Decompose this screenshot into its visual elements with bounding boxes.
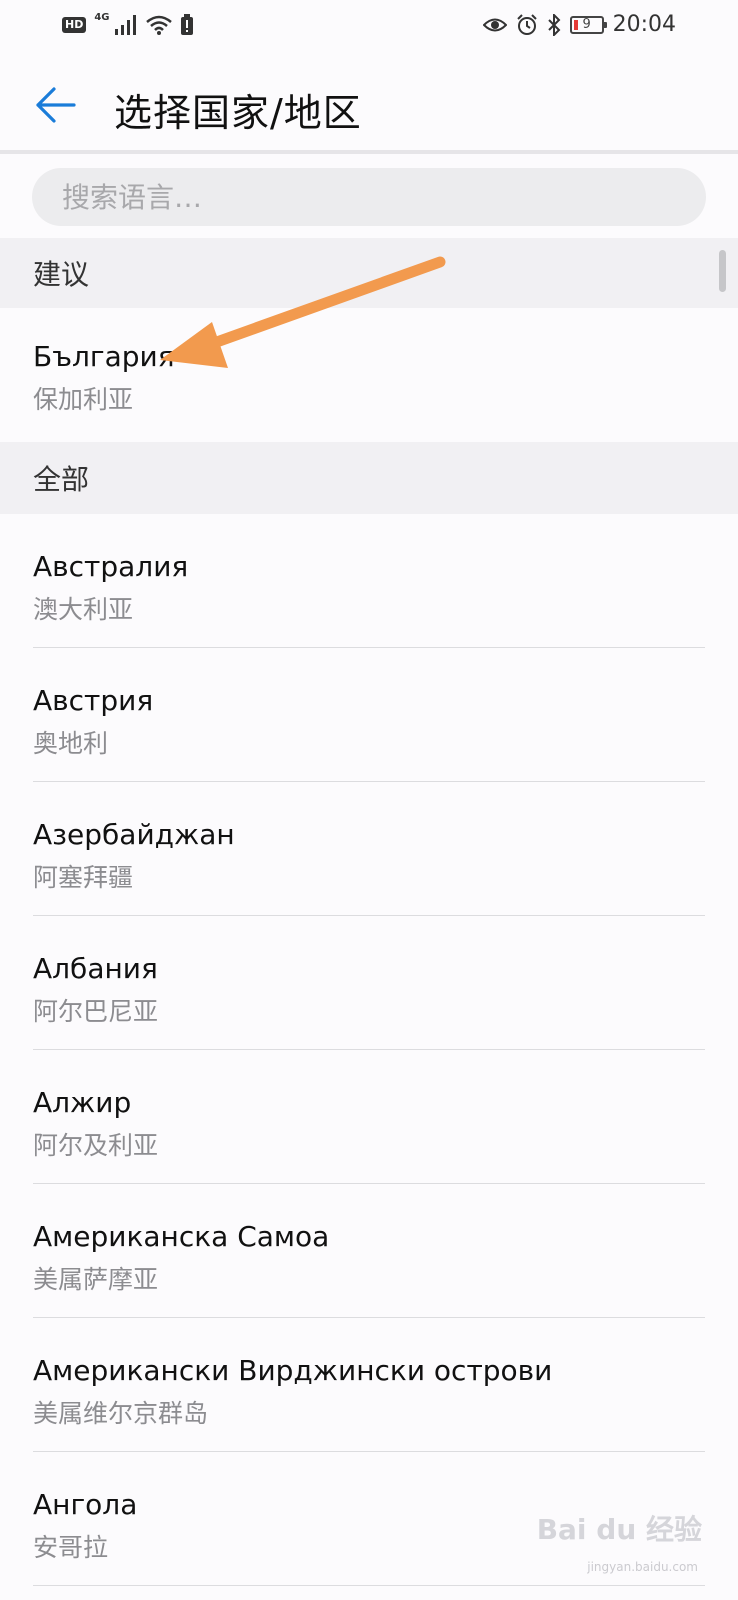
country-name: България: [33, 340, 175, 373]
country-name-chinese: 澳大利亚: [33, 595, 134, 624]
country-name: Азербайджан: [33, 818, 235, 851]
status-right: 9 20:04: [482, 12, 676, 37]
country-name: Американска Самоа: [33, 1220, 330, 1253]
bluetooth-icon: [547, 13, 561, 36]
country-name-chinese: 美属萨摩亚: [33, 1265, 159, 1294]
back-arrow-icon: [36, 87, 76, 123]
scrollbar[interactable]: [719, 250, 726, 292]
country-name: Ангола: [33, 1488, 138, 1521]
country-name-chinese: 保加利亚: [33, 385, 134, 414]
battery-level: 9: [582, 17, 591, 32]
app-bar-divider: [0, 150, 738, 154]
country-name-chinese: 阿尔及利亚: [33, 1131, 159, 1160]
signal-icon: [114, 15, 136, 35]
section-header-all: 全部: [0, 442, 738, 514]
country-name: Албания: [33, 952, 158, 985]
country-name: Алжир: [33, 1086, 132, 1119]
status-left: HD 4G: [62, 11, 194, 36]
search-input[interactable]: [62, 180, 662, 214]
list-item-country[interactable]: Алжир 阿尔及利亚: [33, 1050, 705, 1184]
list-item-country[interactable]: Албания 阿尔巴尼亚: [33, 916, 705, 1050]
status-clock: 20:04: [612, 12, 676, 37]
country-name-chinese: 阿塞拜疆: [33, 863, 134, 892]
country-name-chinese: 阿尔巴尼亚: [33, 997, 159, 1026]
list-item-country[interactable]: Американска Самоа 美属萨摩亚: [33, 1184, 705, 1318]
hd-icon: HD: [62, 17, 87, 33]
back-button[interactable]: [30, 80, 80, 130]
network-type-label: 4G: [94, 11, 110, 23]
warning-icon: [180, 14, 193, 35]
country-name-chinese: 美属维尔京群岛: [33, 1399, 209, 1428]
list-item-country[interactable]: Азербайджан 阿塞拜疆: [33, 782, 705, 916]
watermark-logo: Bai du 经验: [536, 1513, 702, 1546]
section-header-suggested: 建议: [0, 238, 738, 308]
country-name-chinese: 安哥拉: [33, 1533, 109, 1562]
list-item-country[interactable]: Австралия 澳大利亚: [33, 514, 705, 648]
eye-comfort-icon: [482, 18, 507, 31]
app-bar: 选择国家/地区: [0, 58, 738, 154]
wifi-icon: [145, 15, 172, 35]
country-name-chinese: 奥地利: [33, 729, 109, 758]
country-name: Австрия: [33, 684, 154, 717]
watermark-url: jingyan.baidu.com: [587, 1560, 698, 1574]
search-box[interactable]: [32, 168, 706, 226]
country-name: Американски Вирджински острови: [33, 1354, 553, 1387]
status-bar: HD 4G 9 20:04: [0, 0, 738, 58]
battery-icon: 9: [569, 15, 607, 34]
page-title: 选择国家/地区: [114, 91, 362, 135]
list-item-country[interactable]: Австрия 奥地利: [33, 648, 705, 782]
list-divider: [33, 1585, 705, 1586]
list-item-suggested-bulgaria[interactable]: България 保加利亚: [33, 308, 705, 442]
list-item-country[interactable]: Американски Вирджински острови 美属维尔京群岛: [33, 1318, 705, 1452]
country-name: Австралия: [33, 550, 189, 583]
alarm-icon: [516, 13, 537, 35]
